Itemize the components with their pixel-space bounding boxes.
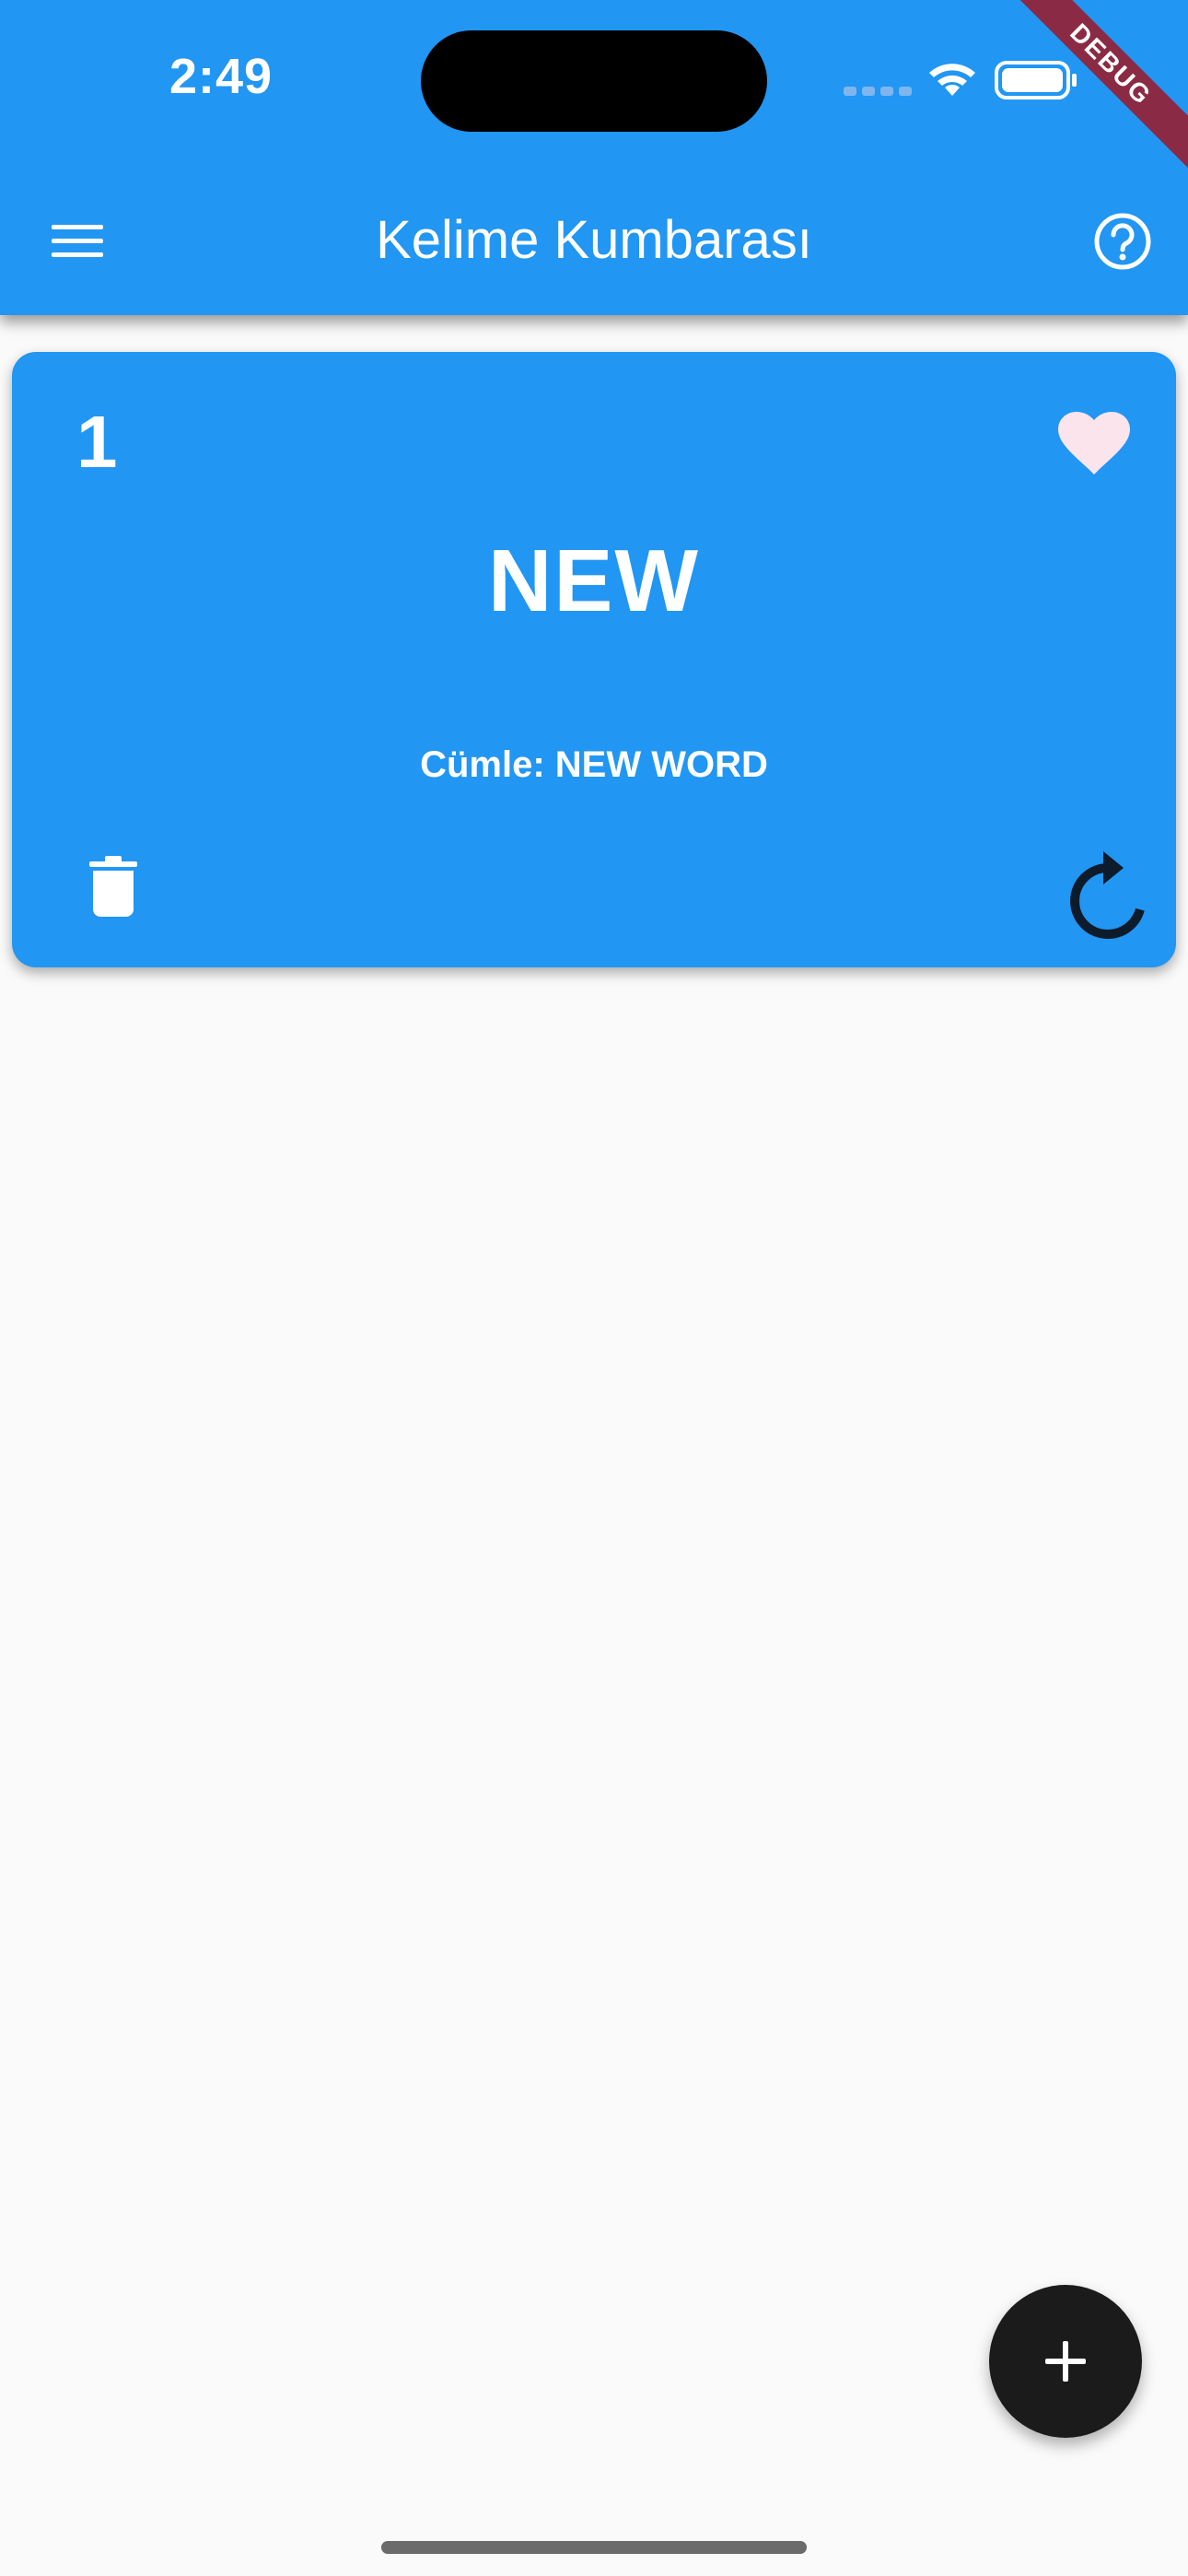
status-time: 2:49 (169, 49, 274, 104)
word-text: NEW (488, 532, 700, 630)
status-icons (844, 61, 1077, 100)
help-button[interactable] (1081, 205, 1164, 278)
page-title: Kelime Kumbarası (376, 210, 812, 270)
help-circle-icon (1094, 213, 1151, 270)
app-bar: 2:49 DEBUG Kelime Kumbarası (0, 0, 1188, 315)
heart-icon (1058, 412, 1130, 474)
trash-icon (89, 856, 137, 917)
repeat-button[interactable] (1053, 840, 1163, 951)
battery-icon (995, 61, 1077, 100)
dynamic-island (421, 30, 767, 132)
plus-icon (1045, 2341, 1086, 2382)
home-indicator[interactable] (381, 2541, 807, 2554)
word-card[interactable]: 1 NEW Cümle: NEW WORD (12, 352, 1176, 967)
word-index: 1 (76, 401, 118, 483)
refresh-icon (1070, 851, 1146, 939)
sentence-text: Cümle: NEW WORD (420, 744, 768, 785)
cellular-signal-icon (844, 87, 912, 96)
wifi-icon (929, 64, 975, 96)
favorite-button[interactable] (1043, 398, 1145, 490)
add-word-button[interactable] (989, 2285, 1142, 2438)
delete-button[interactable] (67, 840, 159, 932)
